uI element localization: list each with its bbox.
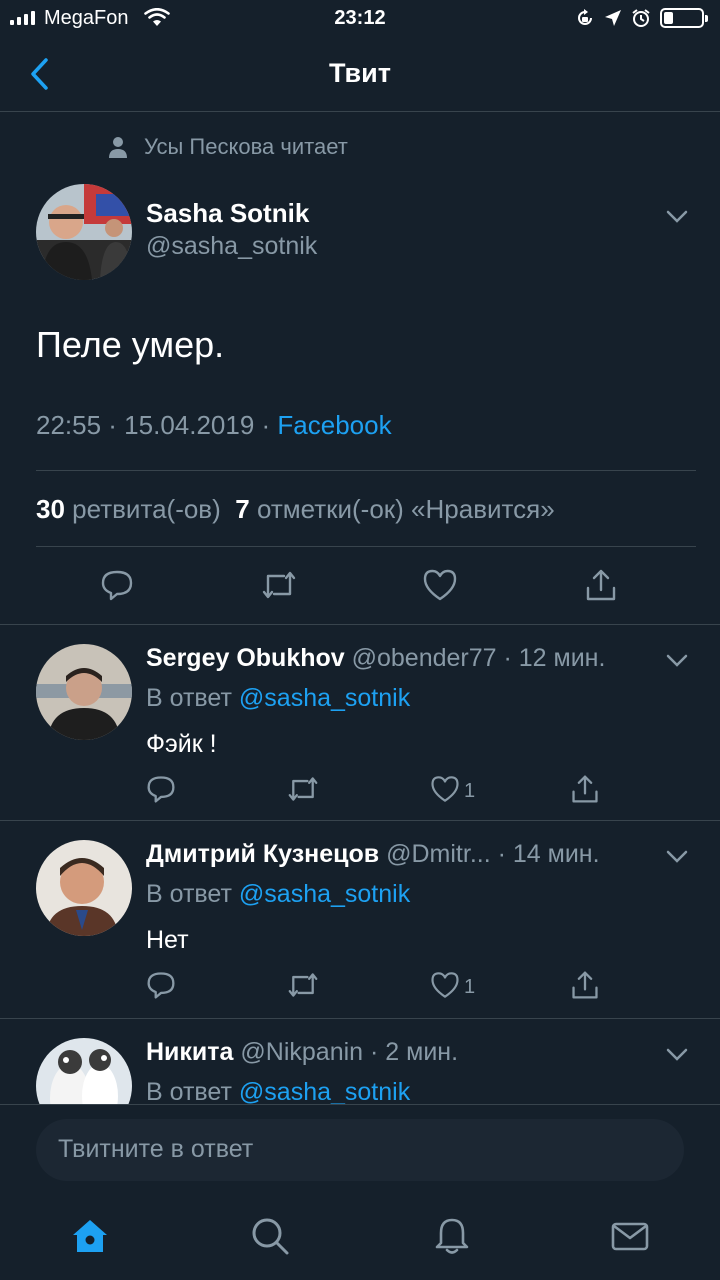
reply-header: Никита @Nikpanin · 2 мин. xyxy=(146,1038,459,1066)
avatar[interactable] xyxy=(36,644,132,740)
home-icon[interactable] xyxy=(70,1216,110,1256)
reply-header: Sergey Obukhov @obender77 · 12 мин. xyxy=(146,644,606,672)
reply-icon[interactable] xyxy=(100,568,134,602)
author-name[interactable]: Sasha Sotnik xyxy=(146,198,309,229)
divider xyxy=(36,470,696,471)
reply-like-count: 1 xyxy=(464,780,476,802)
like-count: 7 xyxy=(235,494,250,524)
reply-text: Фэйк ! xyxy=(146,730,217,758)
share-icon[interactable] xyxy=(570,774,600,804)
reply-time: 14 мин. xyxy=(512,840,600,868)
search-icon[interactable] xyxy=(250,1216,290,1256)
social-context: Усы Пескова читает xyxy=(108,134,348,160)
nav-bar: Твит xyxy=(0,40,720,112)
chevron-down-icon[interactable] xyxy=(666,1048,688,1062)
reply-author-name[interactable]: Sergey Obukhov xyxy=(146,644,345,672)
reply-actions: 1 xyxy=(146,774,626,806)
reply-to: В ответ @sasha_sotnik xyxy=(146,1078,410,1104)
avatar[interactable] xyxy=(36,1038,132,1104)
reply-to-mention[interactable]: @sasha_sotnik xyxy=(239,880,410,908)
reply-time: 12 мин. xyxy=(518,644,606,672)
author-handle[interactable]: @sasha_sotnik xyxy=(146,232,317,261)
retweet-icon[interactable] xyxy=(260,568,298,602)
reply-time: 2 мин. xyxy=(385,1038,459,1066)
retweet-count: 30 xyxy=(36,494,65,524)
chevron-down-icon[interactable] xyxy=(666,850,688,864)
reply-author-handle[interactable]: @obender77 xyxy=(352,644,497,672)
divider xyxy=(36,546,696,547)
rotation-lock-icon xyxy=(578,9,592,25)
heart-icon[interactable] xyxy=(422,568,458,602)
avatar[interactable] xyxy=(36,184,132,280)
reply-item[interactable]: Дмитрий Кузнецов @Dmitr... · 14 мин. В о… xyxy=(0,820,720,1018)
tab-bar xyxy=(0,1200,720,1280)
status-bar: MegaFon 23:12 xyxy=(0,0,720,40)
compose-bar: Твитните в ответ xyxy=(0,1104,720,1200)
tweet-actions xyxy=(0,568,720,604)
tweet-meta: 22:55 · 15.04.2019 · Facebook xyxy=(36,410,392,441)
mail-icon[interactable] xyxy=(610,1216,650,1256)
reply-to-mention[interactable]: @sasha_sotnik xyxy=(239,1078,410,1104)
reply-like-count: 1 xyxy=(464,976,476,998)
reply-author-handle[interactable]: @Dmitr... xyxy=(386,840,491,868)
reply-author-name[interactable]: Никита xyxy=(146,1038,233,1066)
location-icon xyxy=(605,10,621,26)
reply-item[interactable]: Никита @Nikpanin · 2 мин. В ответ @sasha… xyxy=(0,1018,720,1104)
avatar[interactable] xyxy=(36,840,132,936)
share-icon[interactable] xyxy=(584,568,618,602)
reply-icon[interactable] xyxy=(146,774,176,804)
retweet-icon[interactable] xyxy=(286,970,320,1000)
reply-text: Нет xyxy=(146,926,189,954)
reply-input[interactable]: Твитните в ответ xyxy=(36,1119,684,1181)
tweet-text: Пеле умер. xyxy=(36,324,225,365)
person-icon xyxy=(109,137,127,158)
retweet-label: ретвита(-ов) xyxy=(72,494,221,524)
bell-icon[interactable] xyxy=(432,1216,472,1256)
reply-icon[interactable] xyxy=(146,970,176,1000)
retweet-icon[interactable] xyxy=(286,774,320,804)
reply-to: В ответ @sasha_sotnik xyxy=(146,684,410,713)
chevron-down-icon[interactable] xyxy=(666,654,688,668)
page-title: Твит xyxy=(329,58,391,88)
tweet-timestamp: 22:55 · 15.04.2019 · xyxy=(36,410,271,440)
social-context-text: Усы Пескова читает xyxy=(144,134,348,159)
reply-to-mention[interactable]: @sasha_sotnik xyxy=(239,684,410,712)
heart-icon[interactable] xyxy=(430,774,460,804)
reply-to: В ответ @sasha_sotnik xyxy=(146,880,410,909)
reply-item[interactable]: Sergey Obukhov @obender77 · 12 мин. В от… xyxy=(0,624,720,820)
reply-header: Дмитрий Кузнецов @Dmitr... · 14 мин. xyxy=(146,840,600,868)
reply-author-handle[interactable]: @Nikpanin xyxy=(240,1038,363,1066)
like-label: отметки(-ок) «Нравится» xyxy=(256,494,555,524)
tweet-source-link[interactable]: Facebook xyxy=(277,410,391,440)
reply-actions: 1 xyxy=(146,970,626,1002)
tweet-stats[interactable]: 30 ретвита(-ов) 7 отметки(-ок) «Нравится… xyxy=(36,494,555,525)
heart-icon[interactable] xyxy=(430,970,460,1000)
reply-to-prefix: В ответ xyxy=(146,684,232,712)
reply-author-name[interactable]: Дмитрий Кузнецов xyxy=(146,840,379,868)
alarm-icon xyxy=(632,9,650,27)
chevron-down-icon[interactable] xyxy=(666,210,688,224)
share-icon[interactable] xyxy=(570,970,600,1000)
reply-to-prefix: В ответ xyxy=(146,1078,232,1104)
battery-icon xyxy=(660,8,708,28)
reply-to-prefix: В ответ xyxy=(146,880,232,908)
